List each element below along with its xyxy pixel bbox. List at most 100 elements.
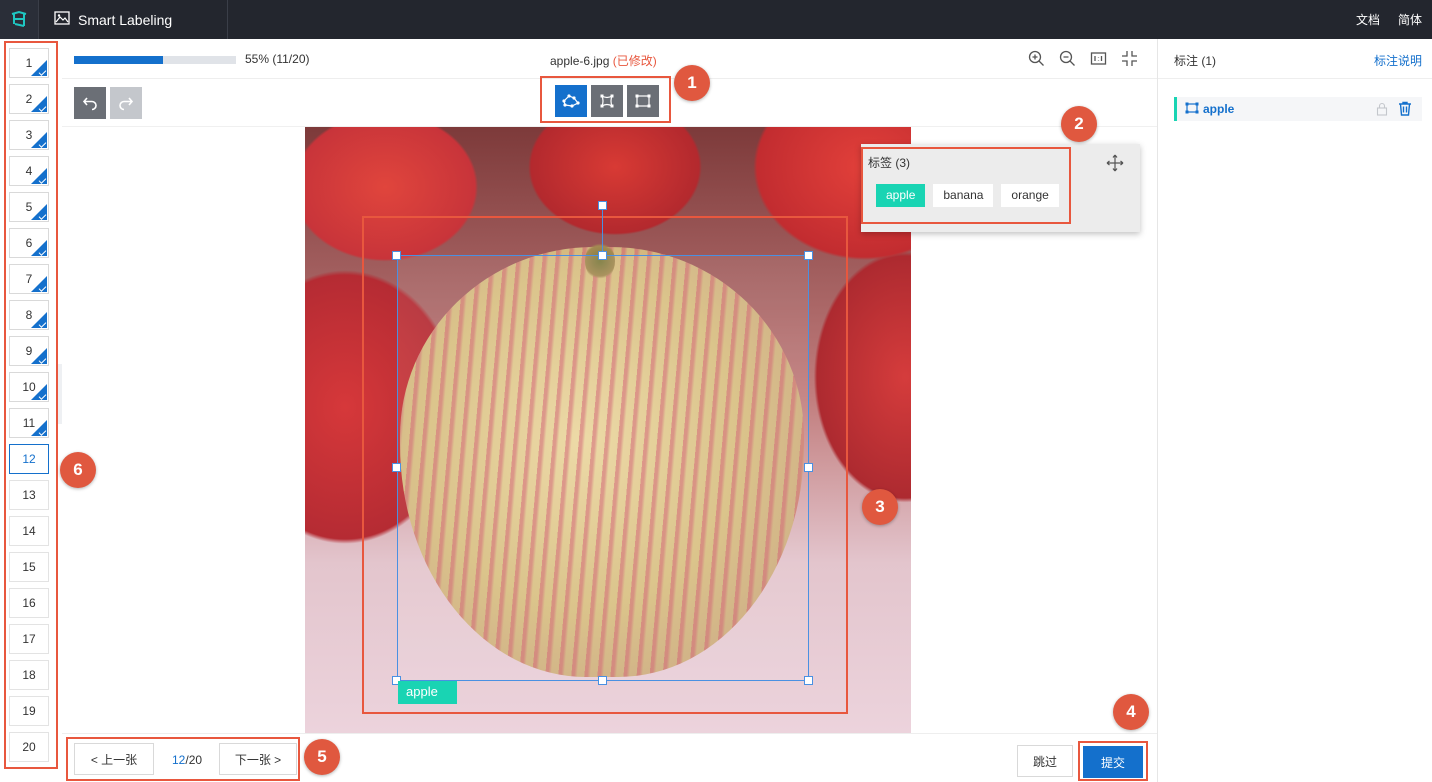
move-icon[interactable]	[1106, 154, 1124, 172]
app-title: Smart Labeling	[78, 11, 173, 28]
done-check-icon	[31, 96, 47, 112]
callout-badge-6: 6	[60, 452, 96, 488]
done-check-icon	[31, 240, 47, 256]
progress-text: 55% (11/20)	[245, 52, 310, 66]
annotation-guide-link[interactable]: 标注说明	[1374, 52, 1422, 69]
done-check-icon	[31, 420, 47, 436]
callout-badge-3: 3	[862, 489, 898, 525]
callout-badge-2: 2	[1061, 106, 1097, 142]
tag-banana[interactable]: banana	[933, 184, 994, 207]
zoom-in-icon[interactable]	[1027, 49, 1046, 68]
file-name: apple-6.jpg (已修改)	[550, 52, 657, 69]
bezier-shape-icon	[600, 94, 614, 108]
polygon-tool-button[interactable]	[555, 85, 587, 117]
zoom-out-icon[interactable]	[1058, 49, 1077, 68]
language-switch[interactable]: 简体	[1398, 11, 1422, 28]
thumbnail-number: 12	[22, 452, 36, 466]
tag-orange[interactable]: orange	[1001, 184, 1059, 207]
resize-handle-left[interactable]	[392, 463, 401, 472]
app-logo-icon[interactable]	[0, 0, 39, 39]
done-check-icon	[31, 276, 47, 292]
thumbnail-15[interactable]: 15	[9, 552, 49, 582]
pagination-group: < 上一张 12/20 下一张 >	[66, 737, 300, 781]
thumbnail-4[interactable]: 4	[9, 156, 49, 186]
thumbnail-number: 19	[22, 704, 36, 718]
rectangle-icon	[1185, 102, 1199, 117]
label-tag-list: apple banana orange	[876, 184, 1059, 207]
done-check-icon	[31, 348, 47, 364]
rotate-handle[interactable]	[598, 201, 607, 210]
resize-handle-top-left[interactable]	[392, 251, 401, 260]
thumbnail-16[interactable]: 16	[9, 588, 49, 618]
thumbnail-number: 17	[22, 632, 36, 646]
thumbnail-2[interactable]: 2	[9, 84, 49, 114]
resize-handle-top[interactable]	[598, 251, 607, 260]
label-picker-title: 标签 (3)	[868, 156, 911, 170]
rectangle-tool-button[interactable]	[627, 85, 659, 117]
thumbnail-20[interactable]: 20	[9, 732, 49, 762]
thumbnail-18[interactable]: 18	[9, 660, 49, 690]
annotation-item-name: apple	[1203, 102, 1235, 116]
annotation-item[interactable]: apple	[1174, 97, 1422, 121]
fit-screen-icon[interactable]	[1120, 49, 1139, 68]
thumbnail-8[interactable]: 8	[9, 300, 49, 330]
total-pages: /20	[185, 753, 203, 767]
label-picker-popup: 标签 (3) apple banana orange	[861, 144, 1140, 232]
current-page: 12	[172, 753, 186, 767]
done-check-icon	[31, 384, 47, 400]
annotation-toolbar	[62, 76, 1157, 127]
submit-highlight: 提交	[1078, 741, 1148, 781]
polygon-icon	[562, 94, 580, 108]
thumbnail-11[interactable]: 11	[9, 408, 49, 438]
resize-handle-right[interactable]	[804, 463, 813, 472]
thumbnail-sidebar: 1 2 3 4 5 6 7 8 9 10 11 12 13 14 15 16 17 18 19 20	[0, 39, 62, 782]
bezier-tool-button[interactable]	[591, 85, 623, 117]
progress-bar	[74, 56, 236, 64]
done-check-icon	[31, 204, 47, 220]
thumbnail-5[interactable]: 5	[9, 192, 49, 222]
delete-icon[interactable]	[1398, 101, 1412, 119]
skip-button[interactable]: 跳过	[1017, 745, 1073, 777]
thumbnail-1[interactable]: 1	[9, 48, 49, 78]
callout-badge-5: 5	[304, 739, 340, 775]
thumbnail-17[interactable]: 17	[9, 624, 49, 654]
lock-icon[interactable]	[1376, 102, 1388, 119]
modified-status: (已修改)	[612, 54, 657, 68]
tag-apple[interactable]: apple	[876, 184, 926, 207]
thumbnail-number: 20	[22, 740, 36, 754]
thumbnail-6[interactable]: 6	[9, 228, 49, 258]
done-check-icon	[31, 168, 47, 184]
thumbnail-10[interactable]: 10	[9, 372, 49, 402]
bounding-box[interactable]	[397, 255, 809, 681]
submit-button[interactable]: 提交	[1083, 746, 1143, 778]
undo-icon	[82, 97, 97, 111]
thumbnail-19[interactable]: 19	[9, 696, 49, 726]
resize-handle-top-right[interactable]	[804, 251, 813, 260]
annotations-panel: 标注 (1) 标注说明 apple	[1157, 39, 1432, 782]
callout-badge-4: 4	[1113, 694, 1149, 730]
thumbnail-7[interactable]: 7	[9, 264, 49, 294]
top-bar: Smart Labeling 文档 简体	[0, 0, 1432, 39]
prev-image-button[interactable]: < 上一张	[74, 743, 154, 775]
thumbnail-12[interactable]: 12	[9, 444, 49, 474]
progress-bar-fill	[74, 56, 164, 64]
redo-button[interactable]	[110, 87, 142, 119]
resize-handle-bottom[interactable]	[598, 676, 607, 685]
thumbnail-14[interactable]: 14	[9, 516, 49, 546]
docs-link[interactable]: 文档	[1356, 11, 1380, 28]
done-check-icon	[31, 312, 47, 328]
thumbnail-3[interactable]: 3	[9, 120, 49, 150]
actual-size-icon[interactable]	[1089, 49, 1108, 68]
thumbnail-number: 16	[22, 596, 36, 610]
file-name-text: apple-6.jpg	[550, 54, 610, 68]
resize-handle-bottom-right[interactable]	[804, 676, 813, 685]
thumbnail-9[interactable]: 9	[9, 336, 49, 366]
thumbnail-13[interactable]: 13	[9, 480, 49, 510]
next-image-button[interactable]: 下一张 >	[219, 743, 297, 775]
bounding-box-label: apple	[398, 681, 457, 704]
page-indicator: 12/20	[172, 753, 202, 767]
undo-button[interactable]	[74, 87, 106, 119]
rotate-handle-line	[602, 205, 603, 255]
shape-tool-group	[540, 76, 671, 123]
done-check-icon	[31, 132, 47, 148]
